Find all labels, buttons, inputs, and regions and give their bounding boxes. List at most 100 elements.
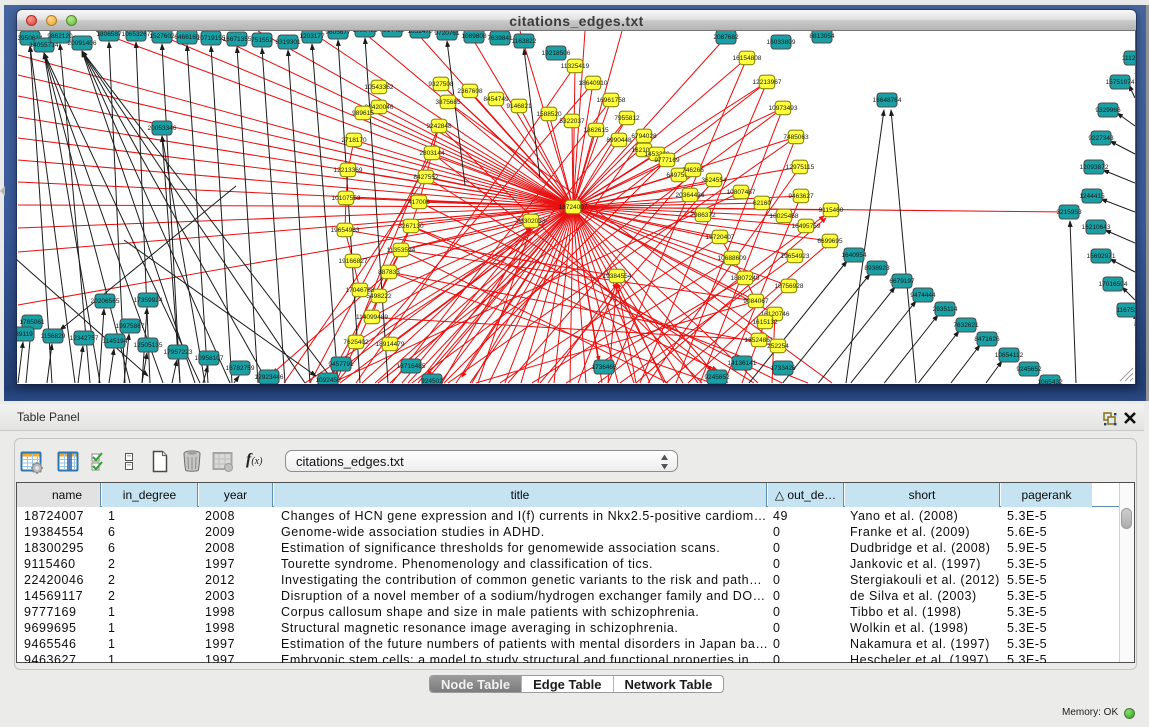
svg-text:10654112: 10654112	[995, 352, 1024, 359]
svg-text:1588520: 1588520	[536, 111, 562, 118]
svg-text:15751074: 15751074	[1106, 79, 1135, 86]
svg-text:1098431: 1098431	[352, 31, 378, 34]
svg-text:12923446: 12923446	[255, 374, 284, 381]
svg-text:5322037: 5322037	[559, 118, 585, 125]
svg-text:17016504: 17016504	[1099, 281, 1128, 288]
svg-text:18914479: 18914479	[376, 341, 405, 348]
svg-text:10543362: 10543362	[365, 84, 394, 91]
svg-text:14136141: 14136141	[728, 360, 757, 367]
svg-text:1652470: 1652470	[407, 31, 433, 35]
svg-text:10688609: 10688609	[718, 255, 747, 262]
svg-text:7986372: 7986372	[690, 212, 716, 219]
svg-text:16154808: 16154808	[733, 55, 762, 62]
svg-text:11353594: 11353594	[387, 247, 416, 254]
svg-text:1733426: 1733426	[770, 365, 796, 372]
svg-text:2803144: 2803144	[419, 150, 445, 157]
svg-text:23302033: 23302033	[517, 218, 546, 225]
svg-text:15720407: 15720407	[706, 234, 735, 241]
svg-text:11325419: 11325419	[561, 63, 590, 70]
svg-text:13716485: 13716485	[397, 363, 426, 370]
svg-text:12505135: 12505135	[134, 342, 163, 349]
svg-text:8427552: 8427552	[413, 174, 439, 181]
svg-text:9777169: 9777169	[654, 157, 680, 164]
svg-text:1785061: 1785061	[19, 319, 45, 326]
svg-text:9457791: 9457791	[328, 361, 354, 368]
svg-text:12342757: 12342757	[70, 335, 99, 342]
svg-text:3215953: 3215953	[1056, 209, 1082, 216]
svg-text:9115460: 9115460	[819, 207, 844, 214]
svg-text:1065432: 1065432	[1037, 379, 1063, 384]
svg-text:16033809: 16033809	[767, 39, 796, 46]
svg-text:989615: 989615	[352, 110, 374, 117]
svg-text:7955812: 7955812	[614, 115, 640, 122]
svg-text:8813054: 8813054	[809, 33, 835, 40]
svg-text:19384554: 19384554	[603, 273, 632, 280]
svg-text:16671355: 16671355	[223, 36, 252, 43]
svg-text:7485063: 7485063	[783, 134, 809, 141]
svg-text:9327508: 9327508	[428, 81, 454, 88]
svg-text:7625402: 7625402	[343, 339, 369, 346]
svg-text:10958107: 10958107	[195, 355, 224, 362]
svg-text:12975115: 12975115	[786, 164, 815, 171]
svg-text:8938923: 8938923	[864, 265, 890, 272]
svg-text:6794028: 6794028	[631, 133, 657, 140]
svg-text:9146821: 9146821	[506, 103, 532, 110]
svg-text:1092450: 1092450	[315, 377, 341, 384]
svg-text:12213967: 12213967	[753, 79, 782, 86]
svg-text:39119: 39119	[17, 331, 33, 338]
svg-text:62160: 62160	[753, 200, 771, 207]
svg-text:9474444: 9474444	[910, 292, 936, 299]
svg-text:16961758: 16961758	[597, 97, 626, 104]
svg-text:417006: 417006	[408, 199, 430, 206]
svg-text:9862120: 9862120	[47, 33, 73, 40]
svg-text:10807487: 10807487	[727, 189, 756, 196]
svg-text:9242848: 9242848	[426, 123, 452, 130]
svg-text:1615132: 1615132	[752, 319, 778, 326]
svg-text:2367608: 2367608	[457, 88, 483, 95]
svg-text:7639841: 7639841	[487, 35, 513, 42]
svg-text:17046768: 17046768	[346, 287, 375, 294]
svg-text:2935114: 2935114	[933, 306, 958, 313]
svg-text:1527602: 1527602	[149, 33, 175, 40]
svg-text:1203177: 1203177	[299, 33, 325, 40]
svg-text:20053346: 20053346	[148, 125, 177, 132]
svg-text:2087682: 2087682	[713, 34, 739, 41]
svg-text:9463627: 9463627	[788, 193, 814, 200]
svg-text:3624554: 3624554	[701, 177, 727, 184]
svg-text:16210643: 16210643	[1082, 224, 1111, 231]
svg-text:6679197: 6679197	[889, 278, 915, 285]
svg-text:16782759: 16782759	[226, 365, 255, 372]
svg-text:1089808: 1089808	[461, 33, 487, 40]
svg-text:10973493: 10973493	[769, 105, 798, 112]
svg-text:8471626: 8471626	[974, 336, 1000, 343]
svg-text:19654923: 19654923	[781, 253, 810, 260]
svg-text:12093872: 12093872	[1080, 164, 1109, 171]
svg-text:746266: 746266	[682, 167, 704, 174]
svg-text:3267130: 3267130	[398, 223, 424, 230]
svg-text:5498222: 5498222	[366, 293, 392, 300]
svg-text:16648764: 16648764	[873, 97, 902, 104]
svg-text:8454749: 8454749	[483, 96, 509, 103]
svg-text:751552: 751552	[251, 37, 273, 44]
svg-text:19166827: 19166827	[339, 258, 368, 265]
svg-text:1736465: 1736465	[591, 364, 617, 371]
svg-text:1640954: 1640954	[841, 252, 867, 259]
svg-text:10653267: 10653267	[122, 31, 151, 38]
svg-text:7514452: 7514452	[379, 31, 405, 34]
svg-text:1362615: 1362615	[583, 127, 609, 134]
svg-text:9245652: 9245652	[1016, 366, 1042, 373]
svg-text:8319301: 8319301	[275, 39, 301, 46]
svg-text:9605677: 9605677	[325, 31, 351, 36]
svg-text:9720761: 9720761	[434, 31, 460, 37]
svg-text:16495759: 16495759	[792, 223, 821, 230]
svg-text:1163822: 1163822	[512, 38, 537, 45]
svg-text:10756928: 10756928	[775, 283, 804, 290]
svg-text:10107553: 10107553	[332, 195, 361, 202]
svg-text:1112843: 1112843	[1122, 55, 1135, 62]
svg-text:18724007: 18724007	[559, 204, 588, 211]
svg-text:2718170: 2718170	[341, 137, 367, 144]
svg-text:116753: 116753	[1116, 307, 1135, 314]
svg-text:6699695: 6699695	[817, 238, 843, 245]
svg-text:20364436: 20364436	[676, 192, 705, 199]
svg-text:887833: 887833	[378, 269, 400, 276]
